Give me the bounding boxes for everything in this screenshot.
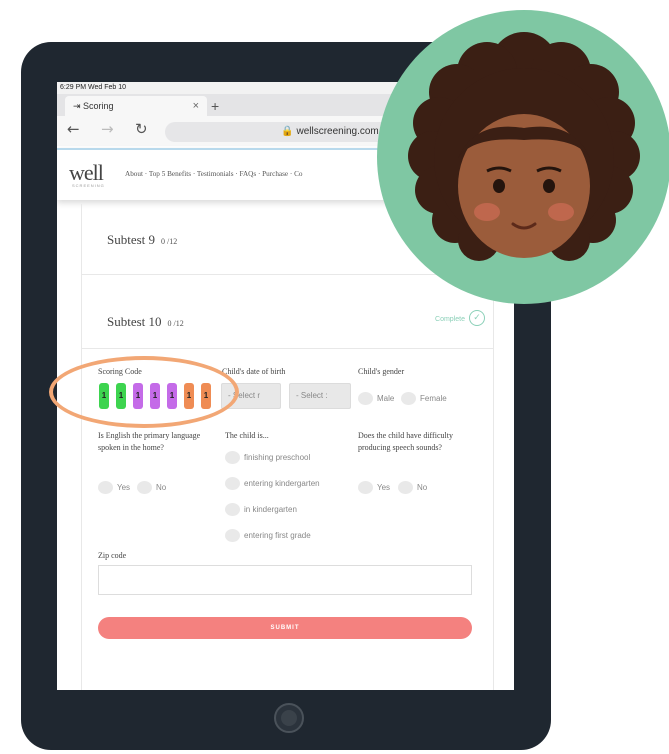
complete-status: Complete	[435, 316, 465, 323]
site-nav-links[interactable]: About · Top 5 Benefits · Testimonials · …	[125, 170, 302, 178]
radio-button[interactable]	[225, 529, 240, 543]
speech-option-yes[interactable]: Yes	[358, 481, 390, 495]
dob-label: Child's date of birth	[222, 367, 286, 376]
new-tab-button[interactable]: +	[211, 96, 219, 116]
tab-title: Scoring	[83, 101, 114, 111]
right-eye	[543, 179, 555, 193]
child-is-option[interactable]: entering first grade	[225, 529, 311, 543]
gender-label: Child's gender	[358, 367, 405, 376]
subtest-title: Subtest 10 0 /12	[107, 314, 184, 329]
highlight-ellipse	[49, 356, 239, 428]
home-button[interactable]	[274, 703, 304, 733]
radio-button[interactable]	[225, 503, 240, 517]
radio-button[interactable]	[401, 392, 416, 406]
child-is-option[interactable]: entering kindergarten	[225, 477, 320, 491]
english-option-yes[interactable]: Yes	[98, 481, 130, 495]
child-is-label: The child is...	[225, 431, 269, 440]
speech-label: Does the child have difficulty producing…	[358, 431, 453, 452]
subtest-title: Subtest 90 /12	[107, 232, 178, 247]
radio-button[interactable]	[358, 481, 373, 495]
close-tab-icon[interactable]: ×	[193, 96, 199, 116]
check-circle-icon: ✓	[469, 310, 485, 326]
submit-button[interactable]: SUBMIT	[98, 617, 472, 639]
back-arrow-icon[interactable]: ←	[67, 120, 80, 138]
radio-button[interactable]	[98, 481, 113, 495]
gender-option-female[interactable]: Female	[401, 392, 447, 406]
left-eye	[493, 179, 505, 193]
radio-button[interactable]	[358, 392, 373, 406]
zip-code-input[interactable]	[98, 565, 472, 595]
tab-favicon-icon: ⇥	[73, 101, 84, 111]
left-cheek	[474, 203, 500, 221]
english-label: Is English the primary language spoken i…	[98, 431, 201, 452]
site-logo-subtitle: SCREENING	[72, 183, 105, 188]
radio-button[interactable]	[225, 451, 240, 465]
child-is-option[interactable]: in kindergarten	[225, 503, 297, 517]
speech-option-no[interactable]: No	[398, 481, 427, 495]
forward-arrow-icon[interactable]: →	[101, 120, 114, 138]
gender-option-male[interactable]: Male	[358, 392, 394, 406]
radio-button[interactable]	[398, 481, 413, 495]
child-is-option[interactable]: finishing preschool	[225, 451, 310, 465]
radio-button[interactable]	[137, 481, 152, 495]
dob-day-select[interactable]: - Select :	[289, 383, 351, 409]
right-cheek	[548, 203, 574, 221]
child-avatar	[377, 10, 669, 304]
tab-scoring[interactable]: ⇥ Scoring ×	[65, 96, 207, 116]
english-option-no[interactable]: No	[137, 481, 166, 495]
reload-icon[interactable]: ↻	[135, 120, 148, 138]
zip-label: Zip code	[98, 551, 127, 560]
radio-button[interactable]	[225, 477, 240, 491]
